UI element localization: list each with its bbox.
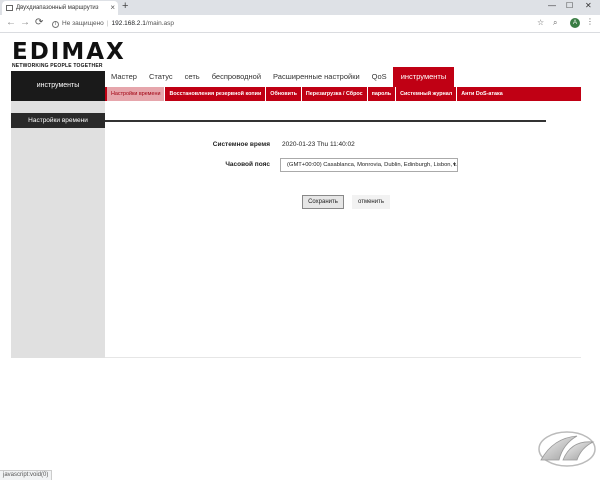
url-path: /main.asp bbox=[145, 20, 175, 27]
reload-icon[interactable]: ⟳ bbox=[35, 17, 43, 28]
subnav-anti-dos[interactable]: Анти DoS-атака bbox=[457, 87, 507, 101]
nav-tools[interactable]: инструменты bbox=[392, 67, 455, 87]
nav-qos[interactable]: QoS bbox=[366, 67, 393, 87]
section-divider bbox=[105, 120, 546, 122]
watermark-logo-icon bbox=[538, 431, 596, 467]
bookmark-star-icon[interactable]: ☆ bbox=[537, 18, 544, 27]
subnav-backup-restore[interactable]: Восстановления резервной копии bbox=[165, 87, 267, 101]
sub-nav: Настройки времени Восстановления резервн… bbox=[105, 87, 581, 101]
back-icon[interactable]: ← bbox=[6, 17, 16, 28]
minimize-button[interactable]: — bbox=[548, 1, 556, 10]
nav-status[interactable]: Статус bbox=[143, 67, 179, 87]
forward-icon[interactable]: → bbox=[20, 17, 30, 28]
subnav-password[interactable]: пароль bbox=[368, 87, 397, 101]
logo-wordmark: EDIMAX bbox=[12, 39, 126, 65]
avatar[interactable]: A bbox=[570, 18, 580, 28]
maximize-button[interactable]: ☐ bbox=[566, 1, 573, 10]
system-time-label: Системное время bbox=[212, 141, 270, 148]
menu-kebab-icon[interactable]: ⋮ bbox=[586, 17, 594, 26]
save-button[interactable]: Сохранить bbox=[302, 195, 344, 209]
sidebar-header: инструменты bbox=[11, 71, 105, 101]
url-host: 192.168.2.1 bbox=[111, 20, 146, 27]
main-nav: Мастер Статус сеть беспроводной Расширен… bbox=[105, 67, 455, 87]
zoom-icon[interactable]: ⌕ bbox=[553, 18, 557, 28]
sidebar bbox=[11, 101, 105, 358]
nav-advanced[interactable]: Расширенные настройки bbox=[267, 67, 366, 87]
subnav-reboot-reset[interactable]: Перезагрузка / Сброс bbox=[302, 87, 368, 101]
nav-wizard[interactable]: Мастер bbox=[105, 67, 143, 87]
router-favicon-icon bbox=[6, 5, 13, 11]
sidebar-item-time-settings[interactable]: Настройки времени bbox=[11, 113, 105, 128]
edimax-logo: EDIMAX NETWORKING PEOPLE TOGETHER bbox=[12, 39, 126, 70]
timezone-select[interactable]: (GMT+00:00) Casablanca, Monrovia, Dublin… bbox=[280, 158, 458, 172]
tab-close-icon[interactable]: × bbox=[110, 3, 115, 12]
content-bottom-line bbox=[105, 357, 581, 358]
status-bar-url: javascript:void(0) bbox=[0, 470, 53, 480]
nav-wireless[interactable]: беспроводной bbox=[206, 67, 267, 87]
browser-tab[interactable]: Двухдиапазонный маршрутиз × bbox=[2, 1, 118, 15]
browser-tab-strip: Двухдиапазонный маршрутиз × + — ☐ ✕ bbox=[0, 0, 600, 15]
security-status: Не защищено bbox=[62, 20, 104, 27]
new-tab-button[interactable]: + bbox=[122, 0, 128, 12]
window-close-button[interactable]: ✕ bbox=[585, 1, 592, 10]
cancel-button[interactable]: отменить bbox=[352, 195, 390, 209]
subnav-upgrade[interactable]: Обновить bbox=[266, 87, 302, 101]
subnav-time-settings[interactable]: Настройки времени bbox=[107, 87, 166, 101]
nav-network[interactable]: сеть bbox=[179, 67, 206, 87]
subnav-system-log[interactable]: Системный журнал bbox=[396, 87, 458, 101]
timezone-label: Часовой пояс bbox=[225, 161, 270, 168]
browser-toolbar: ← → ⟳ i Не защищено | 192.168.2.1/main.asp … bbox=[0, 15, 600, 33]
info-icon[interactable]: i bbox=[52, 21, 59, 28]
chevron-down-icon[interactable]: ▼ bbox=[452, 162, 457, 168]
address-bar[interactable]: i Не защищено | 192.168.2.1/main.asp bbox=[52, 17, 552, 31]
system-time-value: 2020-01-23 Thu 11:40:02 bbox=[282, 141, 355, 148]
tab-title: Двухдиапазонный маршрутиз bbox=[16, 5, 99, 11]
